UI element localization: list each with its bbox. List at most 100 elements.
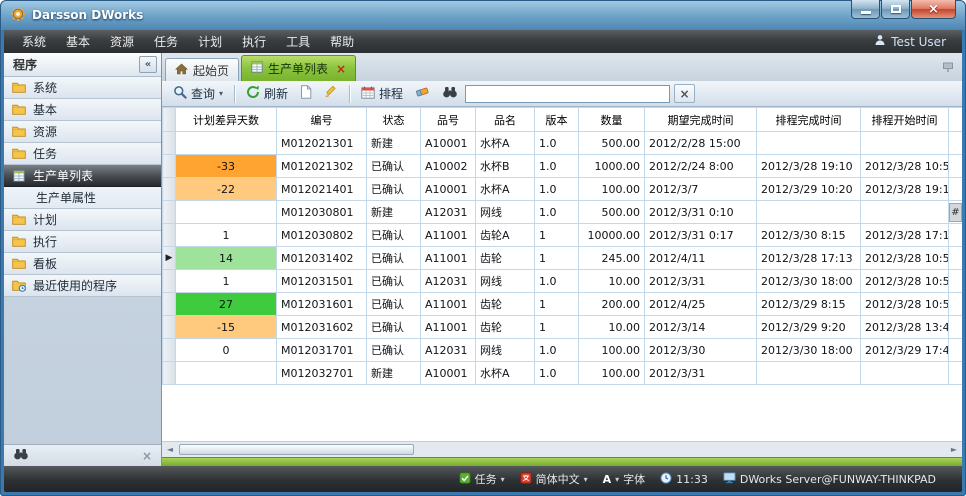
column-header[interactable]: 状态 <box>367 108 421 132</box>
sidebar-item-label: 资源 <box>33 123 57 140</box>
sidebar-item[interactable]: 基本 <box>4 99 161 121</box>
sidebar-item[interactable]: 计划 <box>4 209 161 231</box>
row-selector[interactable] <box>163 178 176 201</box>
selected-row-pointer-icon[interactable]: ▶ <box>163 247 176 270</box>
schedule-button[interactable]: 排程 <box>356 83 408 104</box>
cell: 2012/3/7 <box>645 178 757 201</box>
cell: 齿轮 <box>476 293 535 316</box>
column-header[interactable]: 品名 <box>476 108 535 132</box>
cell: 10.00 <box>579 316 645 339</box>
calendar-icon <box>361 86 375 102</box>
status-language-dropdown[interactable]: 简体中文 ▾ <box>520 471 588 487</box>
tab-label: 起始页 <box>193 62 229 79</box>
column-header[interactable]: 排程完成时间 <box>757 108 861 132</box>
sidebar-item[interactable]: 任务 <box>4 143 161 165</box>
status-font-dropdown[interactable]: A ▾ 字体 <box>603 471 646 487</box>
eraser-button[interactable] <box>410 84 435 103</box>
row-selector[interactable] <box>163 339 176 362</box>
row-selector[interactable] <box>163 132 176 155</box>
home-icon <box>175 63 188 78</box>
menu-item[interactable]: 帮助 <box>320 29 364 54</box>
column-header[interactable]: 版本 <box>535 108 579 132</box>
sidebar-item[interactable]: 生产单属性 <box>4 187 161 209</box>
menu-item[interactable]: 基本 <box>56 29 100 54</box>
sidebar-item[interactable]: 生产单列表 <box>4 165 161 187</box>
sidebar-collapse-button[interactable]: « <box>139 56 157 73</box>
sidebar-item[interactable]: 系统 <box>4 77 161 99</box>
table-row[interactable]: M012021301新建A10001水杯A1.0500.002012/2/28 … <box>163 132 963 155</box>
table-row[interactable]: 27M012031601已确认A11001齿轮1200.002012/4/252… <box>163 293 963 316</box>
sidebar-search-close-icon[interactable]: × <box>142 449 152 463</box>
table-row[interactable]: -22M012021401已确认A10001水杯A1.0100.002012/3… <box>163 178 963 201</box>
table-row[interactable]: M012030801新建A12031网线1.0500.002012/3/31 0… <box>163 201 963 224</box>
column-header[interactable]: 期望完成时间 <box>645 108 757 132</box>
menu-item[interactable]: 工具 <box>276 29 320 54</box>
row-selector[interactable] <box>163 155 176 178</box>
row-selector[interactable] <box>163 362 176 385</box>
close-button[interactable]: × <box>911 0 956 19</box>
menu-item[interactable]: 资源 <box>100 29 144 54</box>
toolbar-search-input[interactable] <box>465 85 670 103</box>
horizontal-scrollbar[interactable]: ◄ ► <box>162 441 962 457</box>
menu-item[interactable]: 任务 <box>144 29 188 54</box>
table-row[interactable]: 0M012031701已确认A12031网线1.0100.002012/3/30… <box>163 339 963 362</box>
column-header[interactable]: 品号 <box>421 108 476 132</box>
find-button[interactable] <box>437 84 463 103</box>
tab-close-icon[interactable]: × <box>336 62 346 76</box>
cell: M012031602 <box>277 316 367 339</box>
table-row[interactable]: -33M012021302已确认A10002水杯B1.01000.002012/… <box>163 155 963 178</box>
row-selector[interactable] <box>163 270 176 293</box>
user-indicator[interactable]: Test User <box>874 34 954 49</box>
menu-item[interactable]: 系统 <box>12 29 56 54</box>
binoculars-icon[interactable] <box>13 448 29 463</box>
sidebar-item[interactable]: 执行 <box>4 231 161 253</box>
status-task-dropdown[interactable]: 任务 ▾ <box>459 471 505 487</box>
edit-button[interactable] <box>319 83 343 104</box>
cell: 网线 <box>476 201 535 224</box>
scroll-right-icon[interactable]: ► <box>946 445 962 454</box>
cell: 2012/2/24 8:00 <box>645 155 757 178</box>
new-document-button[interactable] <box>295 83 317 104</box>
toolbar-clear-button[interactable]: × <box>674 84 695 103</box>
sidebar-item[interactable]: 看板 <box>4 253 161 275</box>
scroll-left-icon[interactable]: ◄ <box>162 445 178 454</box>
column-header[interactable]: 数量 <box>579 108 645 132</box>
sidebar-item-label: 最近使用的程序 <box>33 277 117 294</box>
row-selector[interactable] <box>163 224 176 247</box>
cell: 1.0 <box>535 132 579 155</box>
row-selector[interactable] <box>163 293 176 316</box>
table-row[interactable]: -15M012031602已确认A11001齿轮110.002012/3/142… <box>163 316 963 339</box>
cell: 1.0 <box>535 339 579 362</box>
column-header[interactable]: 计划差异天数 <box>176 108 277 132</box>
table-row[interactable]: ▶14M012031402已确认A11001齿轮1245.002012/4/11… <box>163 247 963 270</box>
cell: 10.00 <box>579 270 645 293</box>
menu-item[interactable]: 计划 <box>188 29 232 54</box>
eraser-icon <box>415 86 430 101</box>
sidebar-item[interactable]: 最近使用的程序 <box>4 275 161 297</box>
pin-icon[interactable] <box>942 61 954 76</box>
query-button[interactable]: 查询 ▾ <box>168 83 228 104</box>
refresh-button[interactable]: 刷新 <box>241 83 293 104</box>
cell: 2012/3/28 10:52 <box>861 155 949 178</box>
table-row[interactable]: M012032701新建A10001水杯A1.0100.002012/3/31 <box>163 362 963 385</box>
tab[interactable]: 起始页 <box>165 58 239 81</box>
schedule-label: 排程 <box>379 85 403 102</box>
order-table: 计划差异天数编号状态品号品名版本数量期望完成时间排程完成时间排程开始时间首M01… <box>162 107 962 385</box>
column-header[interactable]: 首 <box>949 108 963 132</box>
column-header[interactable]: 编号 <box>277 108 367 132</box>
table-row[interactable]: 1M012031501已确认A12031网线1.010.002012/3/312… <box>163 270 963 293</box>
scrollbar-thumb[interactable] <box>179 444 414 455</box>
minimize-button[interactable] <box>851 0 880 19</box>
column-header[interactable]: 排程开始时间 <box>861 108 949 132</box>
cell: 100.00 <box>579 178 645 201</box>
row-selector[interactable] <box>163 316 176 339</box>
cell <box>949 178 963 201</box>
search-icon <box>173 85 187 102</box>
tab[interactable]: 生产单列表× <box>241 55 356 81</box>
maximize-button[interactable] <box>881 0 910 19</box>
table-row[interactable]: 1M012030802已确认A11001齿轮A110000.002012/3/3… <box>163 224 963 247</box>
menu-item[interactable]: 执行 <box>232 29 276 54</box>
sidebar-item[interactable]: 资源 <box>4 121 161 143</box>
row-selector[interactable] <box>163 201 176 224</box>
cell: M012021301 <box>277 132 367 155</box>
